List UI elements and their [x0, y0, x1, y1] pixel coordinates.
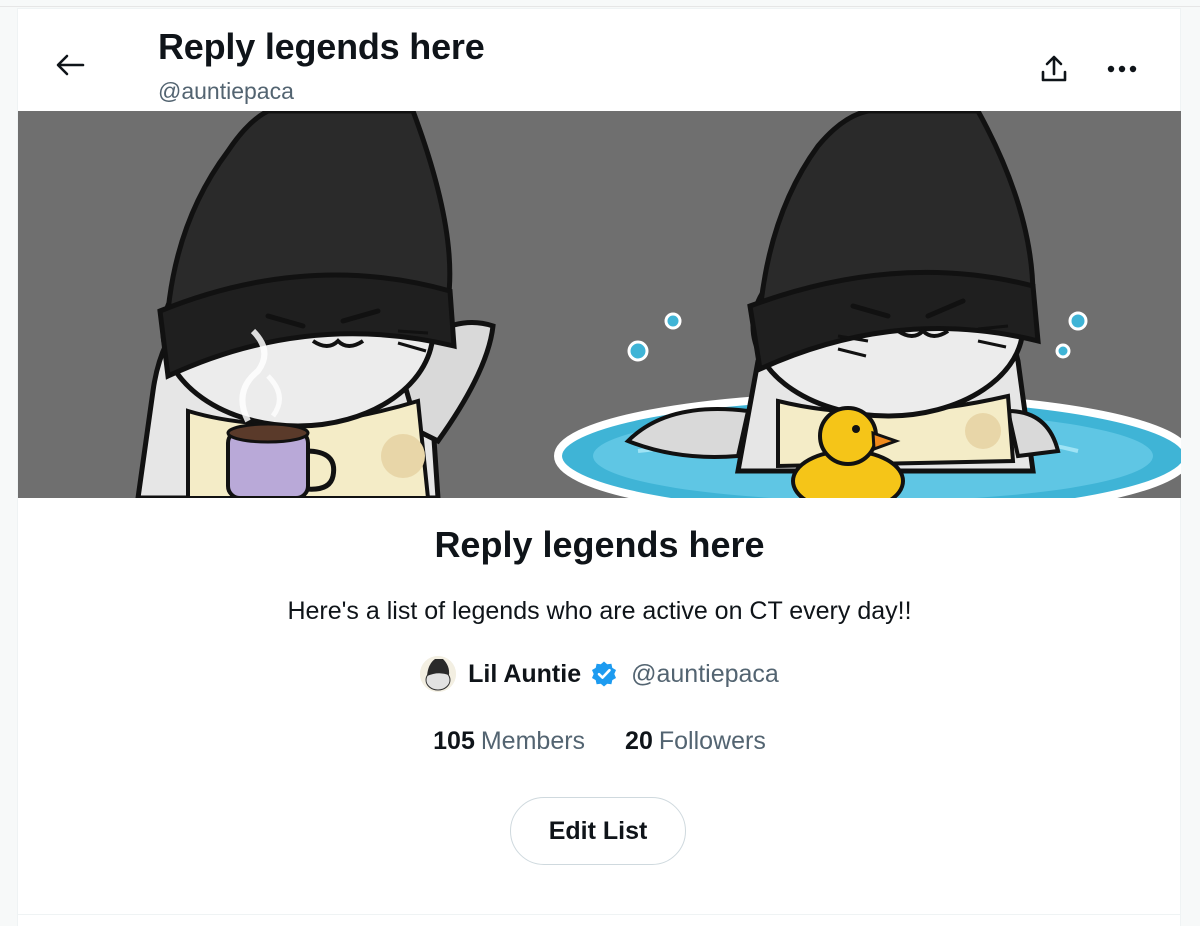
- owner-handle[interactable]: @auntiepaca: [631, 660, 779, 689]
- more-dots-icon: [1107, 65, 1137, 73]
- arrow-left-icon: [56, 54, 85, 76]
- header-handle: @auntiepaca: [158, 78, 294, 104]
- header-title: Reply legends here: [158, 26, 485, 67]
- back-button[interactable]: [48, 43, 92, 87]
- top-edge-line: [0, 6, 1200, 7]
- list-description: Here's a list of legends who are active …: [287, 597, 912, 625]
- list-title: Reply legends here: [434, 524, 765, 565]
- avatar-image: [420, 656, 457, 692]
- members-count: 105: [433, 727, 475, 755]
- list-stats: 105 Members 20 Followers: [18, 724, 1181, 758]
- followers-link[interactable]: 20 Followers: [625, 724, 766, 758]
- list-owner[interactable]: Lil Auntie @auntiepaca: [18, 654, 1181, 694]
- followers-label: Followers: [658, 727, 766, 755]
- members-label: Members: [480, 727, 586, 755]
- section-divider: [18, 914, 1181, 915]
- page-header: Reply legends here @auntiepaca: [18, 9, 1180, 111]
- more-options-button[interactable]: [1100, 47, 1144, 91]
- owner-avatar[interactable]: [420, 656, 457, 692]
- verified-badge-icon: [589, 659, 619, 689]
- share-upload-icon: [1041, 55, 1067, 82]
- share-button[interactable]: [1032, 47, 1076, 91]
- followers-count: 20: [625, 727, 653, 755]
- members-link[interactable]: 105 Members: [433, 724, 585, 758]
- banner-illustration: [18, 111, 1181, 498]
- owner-name[interactable]: Lil Auntie: [468, 660, 581, 689]
- edit-list-button[interactable]: Edit List: [510, 797, 686, 865]
- list-page: Reply legends here @auntiepaca Reply leg…: [17, 8, 1181, 926]
- list-banner-image: [18, 111, 1181, 498]
